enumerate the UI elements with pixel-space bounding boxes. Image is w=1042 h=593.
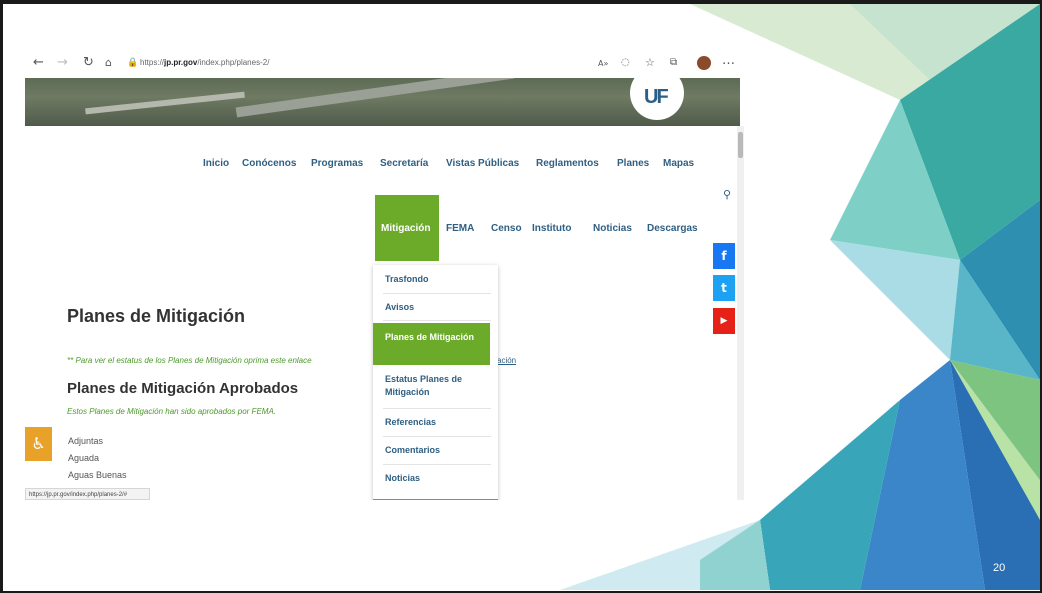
nav-secretaria[interactable]: Secretaría xyxy=(380,158,428,169)
dropdown-item-noticias[interactable]: Noticias xyxy=(373,472,498,485)
dropdown-item-planes-de-mitigacion[interactable]: Planes de Mitigación xyxy=(373,323,490,365)
read-aloud-icon[interactable]: A» xyxy=(598,59,608,68)
nav-planes[interactable]: Planes xyxy=(617,158,649,169)
refresh-icon[interactable]: ↻ xyxy=(83,55,94,70)
nav-censo[interactable]: Censo xyxy=(491,223,522,234)
url-prefix: https:// xyxy=(140,58,165,67)
forward-arrow-icon[interactable]: → xyxy=(57,55,68,70)
home-icon[interactable]: ⌂ xyxy=(105,56,112,69)
page-title: Planes de Mitigación xyxy=(67,306,246,326)
dropdown-item-estatus-planes[interactable]: Estatus Planes de Mitigación xyxy=(373,373,498,399)
nav-fema[interactable]: FEMA xyxy=(446,223,474,234)
deco-shape xyxy=(830,240,960,360)
site-logo[interactable]: UF xyxy=(630,78,684,120)
dropdown-item-comentarios[interactable]: Comentarios xyxy=(373,444,498,457)
dropdown-item-referencias[interactable]: Referencias xyxy=(373,416,498,429)
runway-shape xyxy=(235,78,515,118)
runway-shape xyxy=(85,91,245,115)
logo-text: UF xyxy=(644,86,669,108)
nav-mapas[interactable]: Mapas xyxy=(663,158,694,169)
url-domain: jp.pr.gov xyxy=(164,58,198,67)
accessibility-icon[interactable]: ♿ xyxy=(25,427,52,461)
url-path: /index.php/planes-2/ xyxy=(197,58,270,67)
dropdown-divider xyxy=(383,408,491,409)
page-scrollbar[interactable] xyxy=(737,126,744,500)
lock-icon: 🔒 xyxy=(127,58,139,68)
address-bar[interactable]: https://jp.pr.gov/index.php/planes-2/ xyxy=(140,58,269,67)
search-icon[interactable]: ⚲ xyxy=(723,188,731,201)
municipality-link[interactable]: Aguas Buenas xyxy=(68,470,127,480)
nav-programas[interactable]: Programas xyxy=(311,158,363,169)
nav-instituto[interactable]: Instituto xyxy=(532,223,571,234)
nav-conocenos[interactable]: Conócenos xyxy=(242,158,296,169)
back-arrow-icon[interactable]: ← xyxy=(33,55,44,70)
section-note: Estos Planes de Mitigación han sido apro… xyxy=(67,407,277,416)
twitter-icon[interactable]: t xyxy=(713,275,735,301)
favorite-star-icon[interactable]: ☆ xyxy=(645,56,655,69)
slide-number: 20 xyxy=(993,562,1006,574)
nav-vistas-publicas[interactable]: Vistas Públicas xyxy=(446,158,519,169)
municipality-link[interactable]: Aguada xyxy=(68,453,99,463)
status-notice: ** Para ver el estatus de los Planes de … xyxy=(67,356,312,365)
dropdown-divider xyxy=(383,436,491,437)
nav-descargas[interactable]: Descargas xyxy=(647,223,698,234)
tracking-icon[interactable]: ◌ xyxy=(621,57,630,68)
dropdown-item-trasfondo[interactable]: Trasfondo xyxy=(373,273,498,286)
nav-noticias[interactable]: Noticias xyxy=(593,223,632,234)
dropdown-divider xyxy=(383,464,491,465)
hero-banner-aerial-image: UF xyxy=(25,78,740,126)
browser-window: ← → ↻ ⌂ 🔒 https://jp.pr.gov/index.php/pl… xyxy=(25,50,745,500)
profile-avatar[interactable] xyxy=(697,56,711,70)
collections-icon[interactable]: ⧉ xyxy=(670,57,677,68)
mitigacion-dropdown-menu: Trasfondo Avisos Planes de Mitigación Es… xyxy=(373,265,498,500)
nav-reglamentos[interactable]: Reglamentos xyxy=(536,158,599,169)
municipality-link[interactable]: Adjuntas xyxy=(68,436,103,446)
status-bar-url: https://jp.pr.gov/index.php/planes-2/# xyxy=(25,488,150,500)
section-title: Planes de Mitigación Aprobados xyxy=(67,380,299,397)
browser-toolbar: ← → ↻ ⌂ 🔒 https://jp.pr.gov/index.php/pl… xyxy=(25,50,745,78)
scrollbar-thumb[interactable] xyxy=(738,132,743,158)
more-icon[interactable]: … xyxy=(722,53,735,68)
status-notice-link[interactable]: ación xyxy=(497,356,516,365)
youtube-icon[interactable]: ▶ xyxy=(713,308,735,334)
dropdown-divider xyxy=(383,293,491,294)
nav-mitigacion[interactable]: Mitigación xyxy=(381,223,430,234)
dropdown-divider xyxy=(383,320,491,321)
dropdown-item-avisos[interactable]: Avisos xyxy=(373,301,498,314)
nav-inicio[interactable]: Inicio xyxy=(203,158,229,169)
facebook-icon[interactable]: f xyxy=(713,243,735,269)
